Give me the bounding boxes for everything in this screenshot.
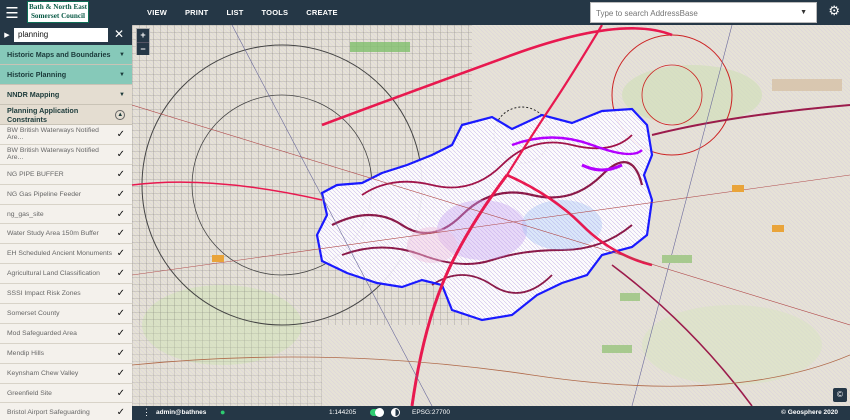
logo-line-2: Somerset Council xyxy=(30,12,86,20)
checkmark-icon[interactable]: ✓ xyxy=(117,129,125,140)
checkmark-icon[interactable]: ✓ xyxy=(117,268,125,279)
layer-label: ng_gas_site xyxy=(7,210,44,218)
map-canvas[interactable] xyxy=(132,25,850,406)
chevron-down-icon[interactable]: ▼ xyxy=(119,72,125,78)
layer-item[interactable]: BW British Waterways Notified Are... ✓ xyxy=(0,144,132,165)
layer-item[interactable]: ng_gas_site ✓ xyxy=(0,204,132,225)
layer-item[interactable]: Agricultural Land Classification ✓ xyxy=(0,264,132,285)
location-pin-icon[interactable]: ● xyxy=(220,407,225,417)
user-name: admin@bathnes xyxy=(156,409,207,416)
layer-list: BW British Waterways Notified Are... ✓ BW … xyxy=(0,125,132,420)
layer-label: NG PIPE BUFFER xyxy=(7,170,64,178)
category-historic-planning[interactable]: Historic Planning ▼ xyxy=(0,65,132,85)
layer-label: NG Gas Pipeline Feeder xyxy=(7,190,82,198)
nav-create[interactable]: CREATE xyxy=(306,0,337,25)
layer-label: Water Study Area 150m Buffer xyxy=(7,230,99,238)
logo-line-1: Bath & North East xyxy=(28,3,88,11)
category-label: NNDR Mapping xyxy=(7,90,60,99)
chevron-down-icon[interactable]: ▼ xyxy=(119,92,125,98)
checkmark-icon[interactable]: ✓ xyxy=(117,209,125,220)
category-label: Historic Maps and Boundaries xyxy=(7,50,111,59)
layer-label: Mod Safeguarded Area xyxy=(7,329,77,337)
category-label: Planning Application Constraints xyxy=(7,105,79,124)
layer-item[interactable]: SSSI Impact Risk Zones ✓ xyxy=(0,284,132,305)
category-planning-constraints[interactable]: Planning Application Constraints ▲ xyxy=(0,105,132,125)
layer-label: Agricultural Land Classification xyxy=(7,270,100,278)
layer-sidebar: ▶ planning ✕ Historic Maps and Boundarie… xyxy=(0,25,132,420)
checkmark-icon[interactable]: ✓ xyxy=(117,228,125,239)
zoom-control: + − xyxy=(136,28,150,55)
layer-label: Mendip Hills xyxy=(7,349,45,357)
category-historic-maps[interactable]: Historic Maps and Boundaries ▼ xyxy=(0,45,132,65)
close-icon[interactable]: ✕ xyxy=(114,27,124,41)
layer-item[interactable]: Water Study Area 150m Buffer ✓ xyxy=(0,224,132,245)
layer-label: BW British Waterways Notified Are... xyxy=(7,127,99,142)
layer-item[interactable]: NG PIPE BUFFER ✓ xyxy=(0,164,132,185)
map-svg xyxy=(132,25,850,406)
layer-item[interactable]: Greenfield Site ✓ xyxy=(0,383,132,404)
layer-label: EH Scheduled Ancient Monuments xyxy=(7,250,113,258)
copyright-icon[interactable]: © xyxy=(833,388,847,402)
copyright-text: © Geosphere 2020 xyxy=(781,409,838,416)
nav-tools[interactable]: TOOLS xyxy=(262,0,289,25)
layer-item[interactable]: Bristol Airport Safeguarding ✓ xyxy=(0,403,132,420)
chevron-down-icon[interactable]: ▼ xyxy=(119,52,125,58)
layer-label: SSSI Impact Risk Zones xyxy=(7,290,81,298)
contrast-icon[interactable] xyxy=(391,408,400,417)
hamburger-icon[interactable]: ☰ xyxy=(0,0,24,25)
layer-label: BW British Waterways Notified Are... xyxy=(7,147,99,162)
layer-search: ▶ planning ✕ xyxy=(0,25,132,45)
layer-item[interactable]: Somerset County ✓ xyxy=(0,304,132,324)
layer-label: Keynsham Chew Valley xyxy=(7,369,79,377)
layer-label: Somerset County xyxy=(7,309,60,317)
nav-view[interactable]: VIEW xyxy=(147,0,167,25)
main-nav: VIEW PRINT LIST TOOLS CREATE xyxy=(147,0,356,25)
checkmark-icon[interactable]: ✓ xyxy=(117,328,125,339)
layer-item[interactable]: Mendip Hills ✓ xyxy=(0,343,132,364)
category-label: Historic Planning xyxy=(7,70,67,79)
nav-list[interactable]: LIST xyxy=(226,0,243,25)
status-bar: ⋮ admin@bathnes ● 1:144205 EPSG:27700 © … xyxy=(132,406,850,420)
checkmark-icon[interactable]: ✓ xyxy=(117,348,125,359)
chevron-right-icon[interactable]: ▶ xyxy=(0,31,14,39)
layer-item[interactable]: Keynsham Chew Valley ✓ xyxy=(0,363,132,384)
checkmark-icon[interactable]: ✓ xyxy=(117,308,125,319)
projection-label: EPSG:27700 xyxy=(412,409,450,416)
layer-search-input[interactable]: planning xyxy=(14,28,108,42)
checkmark-icon[interactable]: ✓ xyxy=(117,368,125,379)
top-bar: ☰ Bath & North East Somerset Council VIE… xyxy=(0,0,850,25)
council-logo: Bath & North East Somerset Council xyxy=(27,1,89,23)
chevron-down-icon[interactable]: ▼ xyxy=(800,9,807,16)
layer-item[interactable]: NG Gas Pipeline Feeder ✓ xyxy=(0,184,132,205)
checkmark-icon[interactable]: ✓ xyxy=(117,149,125,160)
checkmark-icon[interactable]: ✓ xyxy=(117,288,125,299)
category-nndr-mapping[interactable]: NNDR Mapping ▼ xyxy=(0,85,132,105)
layer-toggle[interactable] xyxy=(370,408,384,417)
map-scale[interactable]: 1:144205 xyxy=(329,409,356,416)
checkmark-icon[interactable]: ✓ xyxy=(117,189,125,200)
layer-item[interactable]: EH Scheduled Ancient Monuments ✓ xyxy=(0,244,132,265)
gear-icon[interactable]: ⚙ xyxy=(828,3,840,19)
zoom-in-button[interactable]: + xyxy=(137,29,149,43)
zoom-out-button[interactable]: − xyxy=(137,42,149,55)
checkmark-icon[interactable]: ✓ xyxy=(117,388,125,399)
checkmark-icon[interactable]: ✓ xyxy=(117,248,125,259)
address-search-input[interactable] xyxy=(591,3,798,24)
layer-label: Greenfield Site xyxy=(7,389,52,397)
layer-label: Bristol Airport Safeguarding xyxy=(7,409,90,417)
layer-item[interactable]: BW British Waterways Notified Are... ✓ xyxy=(0,125,132,145)
checkmark-icon[interactable]: ✓ xyxy=(117,169,125,180)
collapse-icon[interactable]: ▲ xyxy=(115,109,125,120)
nav-print[interactable]: PRINT xyxy=(185,0,209,25)
checkmark-icon[interactable]: ✓ xyxy=(117,407,125,418)
more-icon[interactable]: ⋮ xyxy=(142,406,151,418)
address-search[interactable]: ▼ xyxy=(590,2,817,24)
layer-item[interactable]: Mod Safeguarded Area ✓ xyxy=(0,323,132,344)
